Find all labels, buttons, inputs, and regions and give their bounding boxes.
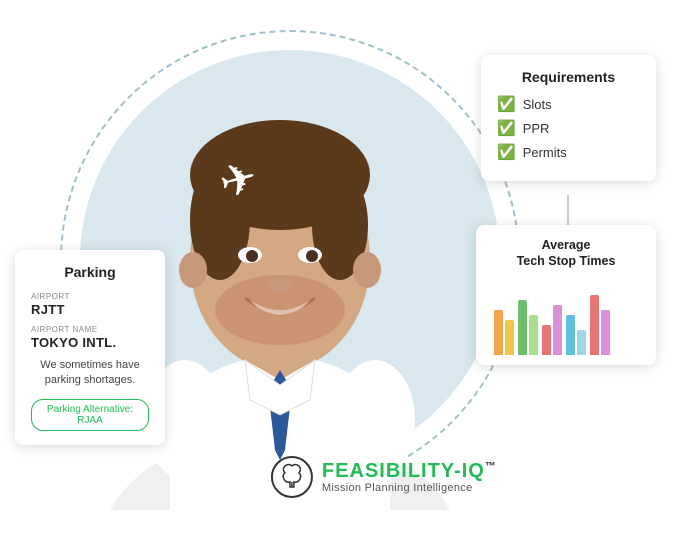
bar <box>494 310 503 355</box>
req-item-ppr: ✅ PPR <box>497 119 640 137</box>
tech-stop-card: AverageTech Stop Times <box>476 225 656 365</box>
req-label-permits: Permits <box>523 145 567 160</box>
parking-title: Parking <box>31 264 149 280</box>
parking-note: We sometimes have parking shortages. <box>31 358 149 389</box>
check-icon-slots: ✅ <box>497 95 516 113</box>
brand-name: FEASIBILITY-IQ™ <box>322 460 497 482</box>
bar <box>529 315 538 355</box>
req-label-ppr: PPR <box>523 121 550 136</box>
bar <box>590 295 599 355</box>
airport-label: Airport <box>31 292 149 301</box>
bar <box>577 330 586 355</box>
bar <box>505 320 514 355</box>
airport-code: RJTT <box>31 302 149 317</box>
check-icon-ppr: ✅ <box>497 119 516 137</box>
req-item-slots: ✅ Slots <box>497 95 640 113</box>
bar <box>542 325 551 355</box>
bar-group <box>566 315 586 355</box>
brand-dash: - <box>454 460 462 482</box>
airport-name-label: Airport Name <box>31 325 149 334</box>
req-item-permits: ✅ Permits <box>497 143 640 161</box>
brand-container: FEASIBILITY-IQ™ Mission Planning Intelli… <box>270 455 497 499</box>
bar-group <box>518 300 538 355</box>
bar-group <box>542 305 562 355</box>
brand-iq: IQ <box>462 460 485 482</box>
bar <box>566 315 575 355</box>
brand-text: FEASIBILITY-IQ™ Mission Planning Intelli… <box>322 460 497 494</box>
bar-group <box>494 310 514 355</box>
parking-alternative-button[interactable]: Parking Alternative: RJAA <box>31 399 149 431</box>
brand-tagline: Mission Planning Intelligence <box>322 482 497 494</box>
parking-card: Parking Airport RJTT Airport Name TOKYO … <box>15 250 165 445</box>
check-icon-permits: ✅ <box>497 143 516 161</box>
requirements-title: Requirements <box>497 69 640 85</box>
brand-name-part1: FEASIBILITY <box>322 460 454 482</box>
airport-name: TOKYO INTL. <box>31 335 149 350</box>
tech-stop-title: AverageTech Stop Times <box>490 237 642 270</box>
brand-icon <box>270 455 314 499</box>
bar <box>601 310 610 355</box>
bar-group <box>590 295 610 355</box>
bar-chart <box>490 280 642 355</box>
bar <box>553 305 562 355</box>
requirements-card: Requirements ✅ Slots ✅ PPR ✅ Permits <box>481 55 656 181</box>
req-label-slots: Slots <box>523 97 552 112</box>
bar <box>518 300 527 355</box>
